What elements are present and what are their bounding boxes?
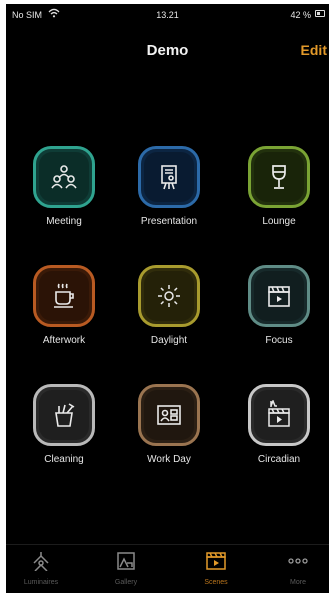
page-title: Demo xyxy=(146,42,189,59)
tab-label: Luminaires xyxy=(23,579,59,586)
scene-tile[interactable] xyxy=(138,384,200,446)
tab-more[interactable]: More xyxy=(268,551,328,586)
scene-tile[interactable] xyxy=(138,146,200,208)
scene-label: Cleaning xyxy=(44,454,84,465)
battery-percentage: 42 % xyxy=(290,10,311,20)
scene-label: Meeting xyxy=(46,216,82,227)
battery-icon xyxy=(315,10,325,17)
clapperboard-icon xyxy=(268,286,290,307)
scene-label: Focus xyxy=(265,335,293,346)
app-screen: No SIM 13.21 42 % Demo Edit Meeting Pres… xyxy=(6,4,329,593)
circadian-clapperboard-icon xyxy=(268,400,290,427)
scene-cleaning[interactable]: Cleaning xyxy=(9,384,119,504)
scene-presentation[interactable]: Presentation xyxy=(114,146,224,266)
scene-tile[interactable] xyxy=(33,146,95,208)
id-card-icon xyxy=(157,405,181,425)
scene-daylight[interactable]: Daylight xyxy=(114,265,224,385)
navigation-bar: Demo Edit xyxy=(6,34,329,66)
more-dots-icon xyxy=(288,558,308,564)
tab-label: More xyxy=(290,579,306,586)
tab-scenes[interactable]: Scenes xyxy=(186,551,246,586)
tab-bar: Luminaires Gallery Scenes More xyxy=(6,544,329,593)
tab-gallery[interactable]: Gallery xyxy=(96,551,156,586)
scene-label: Presentation xyxy=(140,216,198,227)
scene-focus[interactable]: Focus xyxy=(224,265,329,385)
gallery-icon xyxy=(117,552,135,570)
edit-button[interactable]: Edit xyxy=(301,42,327,58)
status-bar: No SIM 13.21 42 % xyxy=(6,4,329,26)
scene-label: Lounge xyxy=(262,216,296,227)
scene-work-day[interactable]: Work Day xyxy=(114,384,224,504)
scene-tile[interactable] xyxy=(248,384,310,446)
sun-icon xyxy=(158,285,180,307)
scene-label: Afterwork xyxy=(42,335,86,346)
tab-label: Gallery xyxy=(114,579,138,586)
tab-label: Scenes xyxy=(204,579,228,586)
coffee-cup-icon xyxy=(54,283,74,308)
presentation-board-icon xyxy=(161,165,177,190)
scene-circadian[interactable]: Circadian xyxy=(224,384,329,504)
scene-label: Work Day xyxy=(147,454,191,465)
wine-glass-icon xyxy=(272,165,286,189)
scene-tile[interactable] xyxy=(248,265,310,327)
scene-label: Daylight xyxy=(150,335,188,346)
scene-label: Circadian xyxy=(257,454,301,465)
luminaire-icon xyxy=(33,552,49,572)
scenes-icon xyxy=(206,552,226,570)
scene-afterwork[interactable]: Afterwork xyxy=(9,265,119,385)
scene-tile[interactable] xyxy=(33,265,95,327)
scene-lounge[interactable]: Lounge xyxy=(224,146,329,266)
tab-luminaires[interactable]: Luminaires xyxy=(11,551,71,586)
scene-meeting[interactable]: Meeting xyxy=(9,146,119,266)
scene-tile[interactable] xyxy=(33,384,95,446)
cleaning-bucket-icon xyxy=(55,403,75,427)
scene-tile[interactable] xyxy=(248,146,310,208)
scene-tile[interactable] xyxy=(138,265,200,327)
clock: 13.21 xyxy=(156,10,179,20)
people-group-icon xyxy=(51,165,77,189)
